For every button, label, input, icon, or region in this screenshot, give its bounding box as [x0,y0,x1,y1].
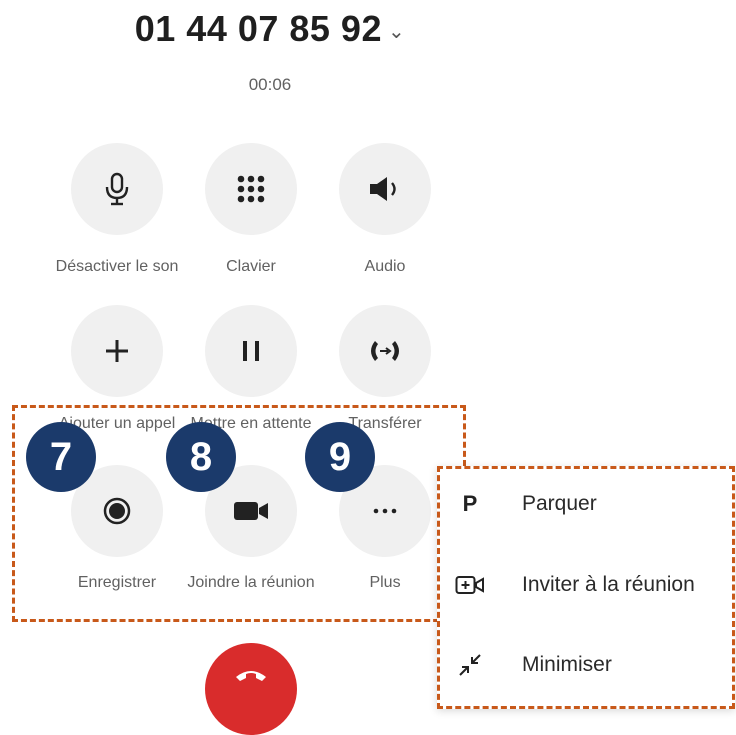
mute-label: Désactiver le son [55,258,179,275]
badge-8: 8 [166,422,236,492]
menu-item-invite-meeting[interactable]: Inviter à la réunion [437,565,735,605]
microphone-icon [105,172,129,206]
call-duration: 00:06 [248,75,292,94]
menu-item-minimize[interactable]: Minimiser [437,645,735,685]
plus-icon [106,340,128,362]
join-meeting-label: Joindre la réunion [187,574,315,591]
menu-item-park[interactable]: P Parquer [437,484,735,524]
menu-item-minimize-label: Minimiser [522,653,612,676]
transfer-icon [371,341,399,361]
keypad-button[interactable] [205,143,297,235]
audio-label: Audio [364,258,406,275]
chevron-down-icon[interactable]: ⌄ [388,21,405,43]
pause-icon [243,341,259,361]
speaker-icon [370,177,396,201]
keypad-label: Clavier [226,258,276,275]
video-add-icon [455,575,485,595]
badge-9: 9 [305,422,375,492]
mute-button[interactable] [71,143,163,235]
dialpad-icon [237,175,265,203]
record-icon [103,497,131,525]
phone-number: 01 44 07 85 92 [134,8,382,49]
phone-number-header[interactable]: 01 44 07 85 92 ⌄ [0,8,540,50]
add-call-button[interactable] [71,305,163,397]
badge-7: 7 [26,422,96,492]
park-icon: P [462,491,478,516]
menu-item-park-label: Parquer [522,492,597,515]
hang-up-icon [236,671,266,681]
hold-button[interactable] [205,305,297,397]
audio-button[interactable] [339,143,431,235]
record-label: Enregistrer [77,574,157,591]
more-menu: P Parquer Inviter à la réunion Minimiser [437,466,735,709]
transfer-button[interactable] [339,305,431,397]
minimize-icon [455,652,485,678]
more-icon [373,508,397,514]
menu-item-invite-meeting-label: Inviter à la réunion [522,573,695,596]
video-icon [234,502,268,520]
hang-up-button[interactable] [205,643,297,735]
